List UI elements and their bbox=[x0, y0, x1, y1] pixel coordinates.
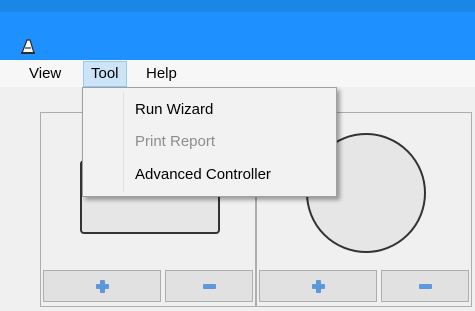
tool-dropdown-menu: Run Wizard Print Report Advanced Control… bbox=[82, 87, 337, 197]
left-remove-button[interactable] bbox=[165, 270, 253, 302]
menu-item-print-report: Print Report bbox=[135, 133, 216, 150]
menu-item-run-wizard[interactable]: Run Wizard bbox=[135, 95, 213, 125]
plus-icon bbox=[311, 279, 325, 293]
menu-bar: View Tool Help bbox=[0, 60, 475, 87]
plus-icon bbox=[95, 279, 109, 293]
window-top-edge bbox=[0, 0, 475, 12]
right-add-button[interactable] bbox=[259, 270, 377, 302]
menu-gutter bbox=[123, 92, 124, 192]
app-icon bbox=[21, 39, 35, 54]
left-add-button[interactable] bbox=[43, 270, 161, 302]
menu-view[interactable]: View bbox=[22, 60, 68, 87]
minus-icon bbox=[418, 283, 432, 289]
menu-tool[interactable]: Tool bbox=[83, 61, 127, 87]
menu-help[interactable]: Help bbox=[139, 60, 184, 87]
minus-icon bbox=[202, 283, 216, 289]
right-remove-button[interactable] bbox=[381, 270, 469, 302]
menu-item-advanced-controller[interactable]: Advanced Controller bbox=[135, 160, 271, 190]
title-bar[interactable] bbox=[0, 12, 475, 60]
